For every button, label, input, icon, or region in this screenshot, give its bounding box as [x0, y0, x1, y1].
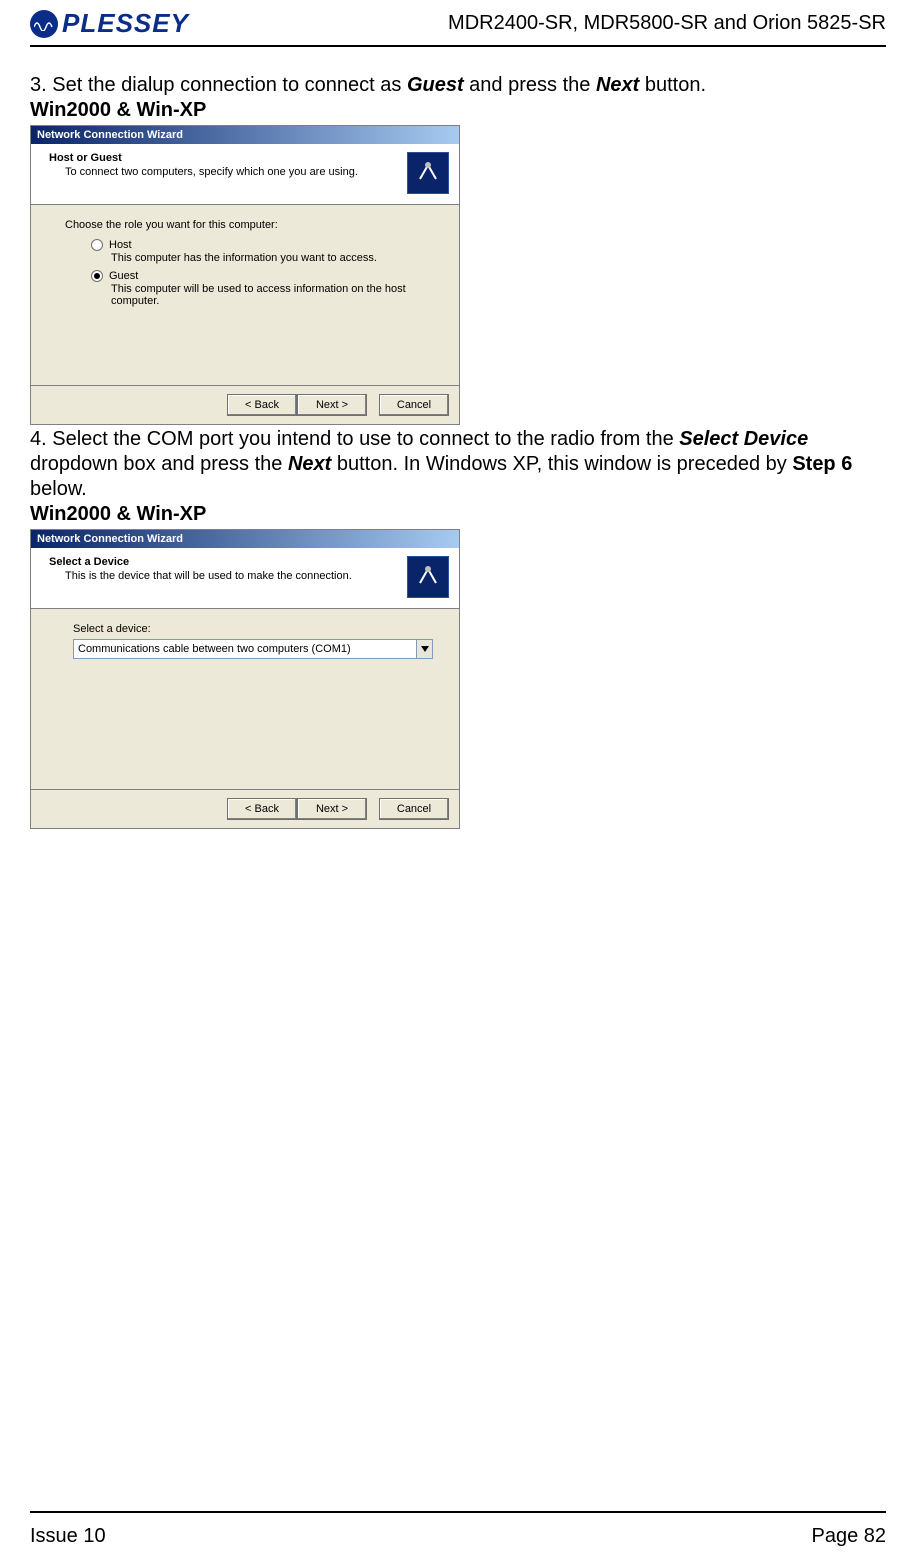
brand-name: PLESSEY — [62, 8, 189, 39]
step3-next: Next — [596, 74, 639, 96]
step4-mid2: button. In Windows XP, this window is pr… — [331, 453, 792, 475]
chevron-down-icon — [416, 640, 432, 658]
wizard1-heading: Host or Guest — [49, 152, 407, 164]
step3-os-label: Win2000 & Win-XP — [30, 98, 886, 123]
step4-suffix: below. — [30, 478, 87, 500]
step4-prefix: 4. Select the COM port you intend to use… — [30, 428, 679, 450]
device-select[interactable]: Communications cable between two compute… — [73, 639, 433, 659]
brand-logo: PLESSEY — [30, 8, 189, 39]
wizard2-heading: Select a Device — [49, 556, 407, 568]
radio-guest-label: Guest — [109, 270, 138, 282]
wizard1-subheading: To connect two computers, specify which … — [65, 166, 407, 178]
step4-step6: Step 6 — [792, 453, 852, 475]
step3-suffix: button. — [639, 74, 706, 96]
footer-rule — [30, 1511, 886, 1513]
select-device-label: Select a device: — [73, 623, 431, 635]
model-list: MDR2400-SR, MDR5800-SR and Orion 5825-SR — [448, 12, 886, 35]
radio-host[interactable]: Host — [91, 239, 431, 251]
step4-next: Next — [288, 453, 331, 475]
device-select-value: Communications cable between two compute… — [74, 643, 416, 655]
header-rule — [30, 45, 886, 47]
wizard-select-device: Network Connection Wizard Select a Devic… — [30, 529, 460, 829]
radio-host-label: Host — [109, 239, 132, 251]
network-wizard-icon — [407, 152, 449, 194]
radio-unfilled-icon — [91, 239, 103, 251]
step4-select-device: Select Device — [679, 428, 808, 450]
step3-text: 3. Set the dialup connection to connect … — [30, 73, 886, 98]
network-wizard-icon — [407, 556, 449, 598]
next-button[interactable]: Next > — [297, 394, 367, 416]
step4-text: 4. Select the COM port you intend to use… — [30, 427, 886, 502]
page-number: Page 82 — [811, 1525, 886, 1548]
step4-os-label: Win2000 & Win-XP — [30, 502, 886, 527]
back-button[interactable]: < Back — [227, 798, 297, 820]
cancel-button[interactable]: Cancel — [379, 394, 449, 416]
radio-guest[interactable]: Guest — [91, 270, 431, 282]
issue-label: Issue 10 — [30, 1525, 106, 1548]
cancel-button[interactable]: Cancel — [379, 798, 449, 820]
back-button[interactable]: < Back — [227, 394, 297, 416]
wizard2-header: Select a Device This is the device that … — [31, 548, 459, 609]
wizard1-titlebar: Network Connection Wizard — [31, 126, 459, 144]
step3-prefix: 3. Set the dialup connection to connect … — [30, 74, 407, 96]
step3-mid: and press the — [464, 74, 596, 96]
step3-guest: Guest — [407, 74, 464, 96]
wizard2-titlebar: Network Connection Wizard — [31, 530, 459, 548]
page-header: PLESSEY MDR2400-SR, MDR5800-SR and Orion… — [30, 0, 886, 43]
wizard1-body: Choose the role you want for this comput… — [31, 205, 459, 385]
next-button[interactable]: Next > — [297, 798, 367, 820]
radio-guest-desc: This computer will be used to access inf… — [111, 283, 431, 307]
radio-filled-icon — [91, 270, 103, 282]
wizard1-header: Host or Guest To connect two computers, … — [31, 144, 459, 205]
wizard1-footer: < Back Next > Cancel — [31, 385, 459, 424]
page-footer: Issue 10 Page 82 — [30, 1511, 886, 1548]
wizard2-footer: < Back Next > Cancel — [31, 789, 459, 828]
wizard1-prompt: Choose the role you want for this comput… — [65, 219, 431, 231]
brand-mark-icon — [30, 10, 58, 38]
step4-mid1: dropdown box and press the — [30, 453, 288, 475]
wizard2-subheading: This is the device that will be used to … — [65, 570, 407, 582]
radio-host-desc: This computer has the information you wa… — [111, 252, 431, 264]
wizard-host-or-guest: Network Connection Wizard Host or Guest … — [30, 125, 460, 425]
wizard2-body: Select a device: Communications cable be… — [31, 609, 459, 789]
